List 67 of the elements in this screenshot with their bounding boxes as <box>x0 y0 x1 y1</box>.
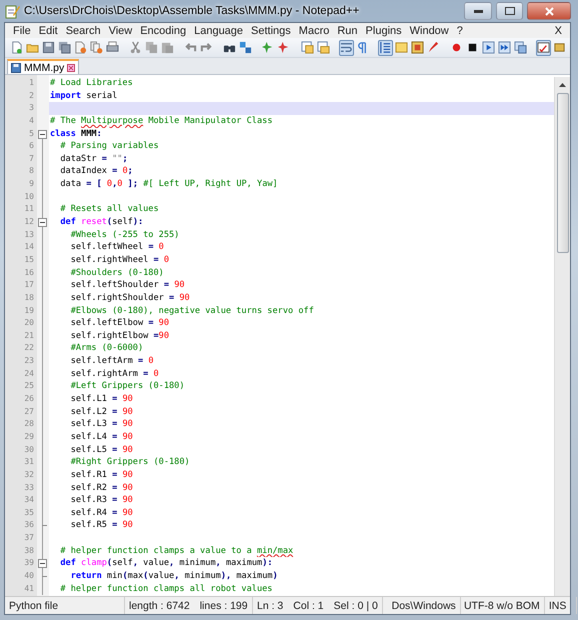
minimize-icon <box>474 10 482 12</box>
menu-item[interactable]: View <box>104 24 136 36</box>
sync-vertical-icon <box>301 41 314 54</box>
save-all-icon <box>58 41 71 54</box>
save-macro-icon <box>514 41 527 54</box>
indent-guide-icon <box>379 41 392 54</box>
insert-mode-label: INS <box>548 600 566 612</box>
menu-item[interactable]: Search <box>62 24 105 36</box>
lines-label: lines : 199 <box>200 600 248 612</box>
menu-item[interactable]: Run <box>333 24 362 36</box>
menu-item[interactable]: Plugins <box>362 24 406 36</box>
menu-item[interactable]: Macro <box>294 24 334 36</box>
new-file-icon <box>10 41 23 54</box>
close-all-icon <box>90 41 103 54</box>
close-button[interactable] <box>527 2 571 20</box>
menu-item[interactable]: ? <box>452 24 467 36</box>
record-icon <box>450 41 463 54</box>
notepad-icon <box>4 3 20 19</box>
plugin-icon <box>553 41 566 54</box>
selection-label: Sel : 0 | 0 <box>334 600 378 612</box>
column-label: Col : 1 <box>293 600 324 612</box>
replace-icon <box>239 41 252 54</box>
fold-toggle-icon[interactable] <box>38 559 47 568</box>
pilcrow-icon <box>356 41 369 54</box>
maximize-button[interactable] <box>496 2 523 20</box>
save-icon <box>11 62 21 72</box>
scrollbar[interactable] <box>554 77 570 596</box>
fold-toggle-icon[interactable] <box>38 218 47 228</box>
save-icon <box>42 41 55 54</box>
close-icon[interactable] <box>67 64 76 72</box>
document-map-icon <box>411 41 424 54</box>
menu-item[interactable]: Settings <box>247 24 295 36</box>
menu-item[interactable]: Encoding <box>136 24 190 36</box>
panel-icon <box>395 41 408 54</box>
stop-icon <box>466 41 479 54</box>
printer-icon <box>106 41 119 54</box>
spell-check-icon <box>537 41 550 54</box>
close-icon <box>544 6 554 16</box>
paste-icon <box>161 41 174 54</box>
copy-icon <box>145 41 158 54</box>
file-tab[interactable]: MMM.py <box>7 59 80 74</box>
redo-icon <box>200 41 213 54</box>
pen-icon <box>427 41 440 54</box>
fold-toggle-icon[interactable] <box>38 130 47 139</box>
menu-item[interactable]: Window <box>406 24 453 36</box>
scroll-up-icon[interactable] <box>559 82 566 86</box>
scissors-icon <box>129 41 142 54</box>
word-wrap-icon <box>340 41 353 54</box>
sync-horizontal-icon <box>317 41 330 54</box>
minimize-button[interactable] <box>464 2 492 20</box>
menu-item[interactable]: Edit <box>34 24 62 36</box>
window-title: C:\Users\DrChois\Desktop\Assemble Tasks\MMM.py - Notepad++ <box>24 5 360 17</box>
menu-item[interactable]: File <box>9 24 35 36</box>
scroll-thumb[interactable] <box>556 93 568 253</box>
line-endings-label: Dos\Windows <box>392 600 456 612</box>
fast-forward-icon <box>498 41 511 54</box>
close-document-button[interactable]: X <box>554 24 566 36</box>
line-label: Ln : 3 <box>257 600 284 612</box>
file-type-label: Python file <box>5 597 125 614</box>
undo-icon <box>184 41 197 54</box>
menu-item[interactable]: Language <box>190 24 248 36</box>
maximize-icon <box>504 7 514 15</box>
play-icon <box>482 41 495 54</box>
close-file-icon <box>74 41 87 54</box>
toolbar-button[interactable] <box>536 40 551 56</box>
encoding-label: UTF-8 w/o BOM <box>464 600 540 612</box>
length-label: length : 6742 <box>129 600 190 612</box>
